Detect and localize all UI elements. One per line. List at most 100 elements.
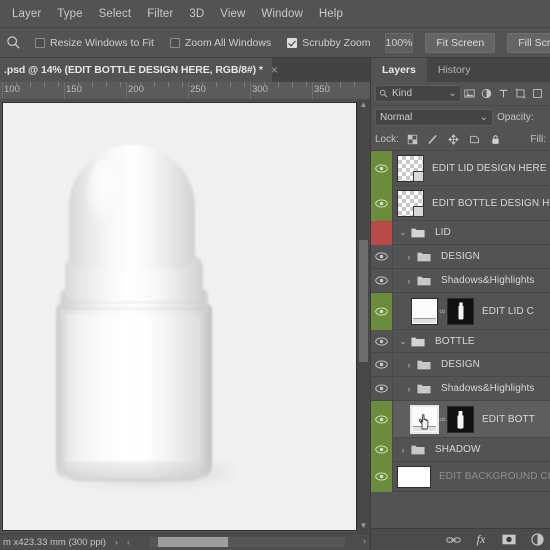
layer-name[interactable]: Shadows&Highlights <box>441 275 535 286</box>
status-chevron-icon[interactable]: › <box>115 537 118 547</box>
group-disclosure-icon[interactable]: ⌄ <box>397 336 409 347</box>
menu-item-select[interactable]: Select <box>91 5 140 23</box>
group-disclosure-icon[interactable]: › <box>403 252 415 262</box>
horizontal-ruler[interactable]: 100 150 200 250 300 350 <box>0 82 370 100</box>
table-row[interactable]: EDIT BACKGROUND COL <box>371 461 550 492</box>
tab-history[interactable]: History <box>427 58 482 82</box>
layer-thumbnail[interactable] <box>397 465 431 488</box>
canvas-vertical-scrollbar[interactable]: ▲ ▼ <box>357 100 370 533</box>
zoom-tool-icon[interactable] <box>6 32 21 54</box>
layer-visibility-toggle[interactable] <box>371 268 393 293</box>
lock-position-icon[interactable] <box>446 131 461 149</box>
menu-item-window[interactable]: Window <box>253 5 311 23</box>
layer-thumbnail[interactable] <box>397 154 424 182</box>
table-row[interactable]: EDIT BOTTLE DESIGN HE <box>371 185 550 221</box>
layer-thumbnail[interactable] <box>410 404 439 434</box>
menu-item-filter[interactable]: Filter <box>139 5 181 23</box>
table-row[interactable]: › DESIGN <box>371 352 550 377</box>
filter-kind-select[interactable]: Kind ⌄ <box>375 85 461 102</box>
layer-style-fx-icon[interactable]: fx <box>473 532 489 548</box>
status-scroll-left-arrow-icon[interactable]: ‹ <box>127 537 130 547</box>
menu-item-layer[interactable]: Layer <box>4 5 49 23</box>
table-row[interactable]: ⌄ LID <box>371 220 550 245</box>
group-disclosure-icon[interactable]: ⌄ <box>397 227 409 238</box>
document-tab[interactable]: .psd @ 14% (EDIT BOTTLE DESIGN HERE, RGB… <box>0 58 278 82</box>
layer-name[interactable]: LID <box>435 227 451 238</box>
smart-object-filter-icon[interactable] <box>529 85 546 103</box>
adjustment-filter-icon[interactable] <box>478 85 495 103</box>
canvas-scrollbar-thumb[interactable] <box>359 240 368 362</box>
group-disclosure-icon[interactable]: › <box>403 360 415 370</box>
layer-name[interactable]: EDIT BOTTLE DESIGN HE <box>432 198 550 209</box>
scroll-up-arrow-icon[interactable]: ▲ <box>357 100 370 112</box>
layer-name[interactable]: EDIT BOTT <box>482 414 535 425</box>
lock-all-icon[interactable] <box>488 131 503 149</box>
layer-visibility-toggle[interactable] <box>371 220 393 245</box>
layer-visibility-toggle[interactable] <box>371 244 393 269</box>
tab-layers[interactable]: Layers <box>371 58 427 82</box>
menu-item-3d[interactable]: 3D <box>181 5 212 23</box>
scroll-down-arrow-icon[interactable]: ▼ <box>357 521 370 533</box>
layer-name[interactable]: SHADOW <box>435 444 481 455</box>
layer-mask-thumbnail[interactable] <box>447 405 474 433</box>
table-row[interactable]: › Shadows&Highlights <box>371 376 550 401</box>
fit-screen-button[interactable]: Fit Screen <box>425 32 496 53</box>
table-row[interactable]: ∞ EDIT LID C <box>371 292 550 330</box>
layer-name[interactable]: EDIT LID C <box>482 306 534 317</box>
lock-transparent-pixels-icon[interactable] <box>405 131 420 149</box>
link-layers-icon[interactable] <box>445 532 461 548</box>
layer-visibility-toggle[interactable] <box>371 461 393 492</box>
shape-filter-icon[interactable] <box>512 85 529 103</box>
chevron-down-icon[interactable]: ⌄ <box>448 88 456 99</box>
layer-name[interactable]: Shadows&Highlights <box>441 383 535 394</box>
layer-name[interactable]: DESIGN <box>441 359 480 370</box>
layer-visibility-toggle[interactable] <box>371 329 393 353</box>
layer-list[interactable]: EDIT LID DESIGN HERE EDIT BOTTLE DESIGN … <box>371 151 550 526</box>
fill-screen-button[interactable]: Fill Screen <box>507 32 550 53</box>
status-scroll-right-arrow-icon[interactable]: › <box>363 536 366 546</box>
layer-visibility-toggle[interactable] <box>371 437 393 462</box>
close-icon[interactable]: × <box>271 64 278 76</box>
canvas-area[interactable] <box>0 100 370 533</box>
resize-windows-to-fit-checkbox[interactable]: Resize Windows to Fit <box>35 37 154 49</box>
group-disclosure-icon[interactable]: › <box>403 384 415 394</box>
layer-visibility-toggle[interactable] <box>371 400 393 438</box>
resize-windows-checkbox-box[interactable] <box>35 37 45 48</box>
layer-visibility-toggle[interactable] <box>371 151 393 186</box>
table-row[interactable]: › Shadows&Highlights <box>371 268 550 293</box>
layer-name[interactable]: EDIT BACKGROUND COL <box>439 471 550 482</box>
table-row[interactable]: › SHADOW <box>371 437 550 462</box>
table-row[interactable]: ∞ EDIT BOTT <box>371 400 550 438</box>
chevron-down-icon[interactable]: ⌄ <box>480 112 488 123</box>
zoom-level-input[interactable]: 100% <box>384 32 414 53</box>
layer-thumbnail[interactable] <box>397 189 424 217</box>
new-adjustment-layer-icon[interactable] <box>529 532 545 548</box>
layer-name[interactable]: BOTTLE <box>435 336 475 347</box>
pixel-filter-icon[interactable] <box>461 85 478 103</box>
layer-mask-thumbnail[interactable] <box>447 297 474 325</box>
layer-visibility-toggle[interactable] <box>371 352 393 377</box>
layer-visibility-toggle[interactable] <box>371 185 393 221</box>
table-row[interactable]: EDIT LID DESIGN HERE <box>371 151 550 186</box>
mask-link-icon[interactable]: ∞ <box>438 414 447 424</box>
scrubby-zoom-checkbox-box[interactable] <box>287 37 298 48</box>
menu-item-type[interactable]: Type <box>49 5 90 23</box>
table-row[interactable]: › DESIGN <box>371 244 550 269</box>
menu-item-help[interactable]: Help <box>311 5 351 23</box>
artboard[interactable] <box>3 103 356 530</box>
lock-image-pixels-icon[interactable] <box>426 131 441 149</box>
layer-name[interactable]: DESIGN <box>441 251 480 262</box>
layer-thumbnail[interactable] <box>411 297 438 325</box>
layer-visibility-toggle[interactable] <box>371 292 393 330</box>
group-disclosure-icon[interactable]: › <box>403 276 415 286</box>
lock-artboard-nesting-icon[interactable] <box>467 131 482 149</box>
layer-visibility-toggle[interactable] <box>371 376 393 401</box>
scrubby-zoom-checkbox[interactable]: Scrubby Zoom <box>287 37 371 49</box>
add-layer-mask-icon[interactable] <box>501 532 517 548</box>
layer-name[interactable]: EDIT LID DESIGN HERE <box>432 163 547 174</box>
zoom-all-windows-checkbox[interactable]: Zoom All Windows <box>169 37 271 49</box>
mask-link-icon[interactable]: ∞ <box>438 306 447 316</box>
group-disclosure-icon[interactable]: › <box>397 445 409 455</box>
type-filter-icon[interactable] <box>495 85 512 103</box>
horizontal-scrollbar-thumb[interactable] <box>158 537 228 547</box>
